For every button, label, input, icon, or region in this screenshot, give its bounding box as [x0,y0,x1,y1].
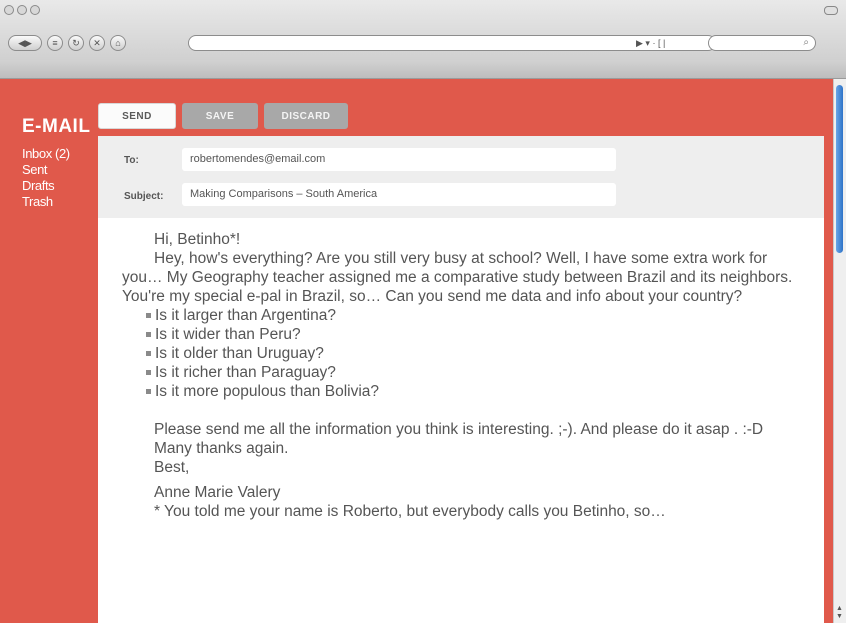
footnote: * You told me your name is Roberto, but … [154,503,666,520]
reload-icon: ↻ [72,37,80,48]
message-text: Hi, Betinho*! Hey, how's everything? Are… [122,230,802,521]
back-icon: ◀ [18,37,25,48]
question-text: Is it older than Uruguay? [155,345,324,362]
reload-button[interactable]: ↻ [68,35,84,51]
rss-icon: ▶ ▾ · [ | [636,38,666,48]
folder-list: Inbox (2) Sent Drafts Trash [22,146,70,210]
list-item: Is it wider than Peru? [122,325,802,344]
minimize-window-button[interactable] [17,5,27,15]
closing-line: Best, [154,459,190,476]
app-logo: E-MAIL [22,116,91,137]
list-item: Is it richer than Paraguay? [122,363,802,382]
question-text: Is it richer than Paraguay? [155,364,336,381]
folder-trash[interactable]: Trash [22,194,70,210]
forward-icon: ▶ [25,37,32,48]
list-item: Is it larger than Argentina? [122,306,802,325]
message-body[interactable]: Hi, Betinho*! Hey, how's everything? Are… [98,218,824,623]
list-item: Is it older than Uruguay? [122,344,802,363]
question-text: Is it more populous than Bolivia? [155,383,380,400]
browser-toolbar: ◀ ▶ ≡ ↻ ✕ ⌂ ▶ ▾ · [ | ⌕ [0,0,846,79]
folder-drafts[interactable]: Drafts [22,178,70,194]
thanks-line: Many thanks again. [154,440,289,457]
bullet-icon [146,389,151,394]
navigation-buttons: ◀ ▶ ≡ ↻ ✕ ⌂ [8,35,126,51]
window-controls [4,5,40,15]
stop-icon: ✕ [93,37,101,48]
question-text: Is it larger than Argentina? [155,307,336,324]
toolbar-toggle-button[interactable] [824,6,838,15]
bullet-icon [146,313,151,318]
save-button[interactable]: SAVE [182,103,258,129]
question-text: Is it wider than Peru? [155,326,301,343]
search-icon: ⌕ [803,37,809,48]
search-field[interactable]: ⌕ [708,35,816,51]
scroll-arrows-icon[interactable]: ▲ ▼ [836,605,843,621]
address-tools[interactable]: ▶ ▾ · [ | [636,38,665,49]
vertical-scrollbar[interactable]: ▲ ▼ [833,79,846,623]
to-field[interactable]: robertomendes@email.com [182,148,616,171]
bookmarks-bar [0,60,846,78]
body-paragraph-2: Please send me all the information you t… [154,421,764,438]
close-window-button[interactable] [4,5,14,15]
subject-label: Subject: [124,191,164,202]
send-button[interactable]: SEND [98,103,176,129]
email-app: E-MAIL Inbox (2) Sent Drafts Trash SEND … [0,79,846,623]
bullet-icon [146,332,151,337]
stop-button[interactable]: ✕ [89,35,105,51]
back-forward-button[interactable]: ◀ ▶ [8,35,42,51]
compose-actions: SEND SAVE DISCARD [98,103,348,129]
signature: Anne Marie Valery [154,484,281,501]
menu-icon: ≡ [52,38,58,48]
to-label: To: [124,155,139,166]
subject-field[interactable]: Making Comparisons – South America [182,183,616,206]
bullet-icon [146,370,151,375]
discard-button[interactable]: DISCARD [264,103,348,129]
scrollbar-thumb[interactable] [836,85,843,253]
body-paragraph-1: Hey, how's everything? Are you still ver… [122,250,793,305]
zoom-window-button[interactable] [30,5,40,15]
home-icon: ⌂ [115,38,121,48]
sidebar-toggle-button[interactable]: ≡ [47,35,63,51]
list-item: Is it more populous than Bolivia? [122,382,802,401]
message-header: To: robertomendes@email.com Subject: Mak… [98,136,824,218]
home-button[interactable]: ⌂ [110,35,126,51]
folder-inbox[interactable]: Inbox (2) [22,146,70,162]
folder-sent[interactable]: Sent [22,162,70,178]
bullet-icon [146,351,151,356]
greeting: Hi, Betinho*! [154,231,241,248]
